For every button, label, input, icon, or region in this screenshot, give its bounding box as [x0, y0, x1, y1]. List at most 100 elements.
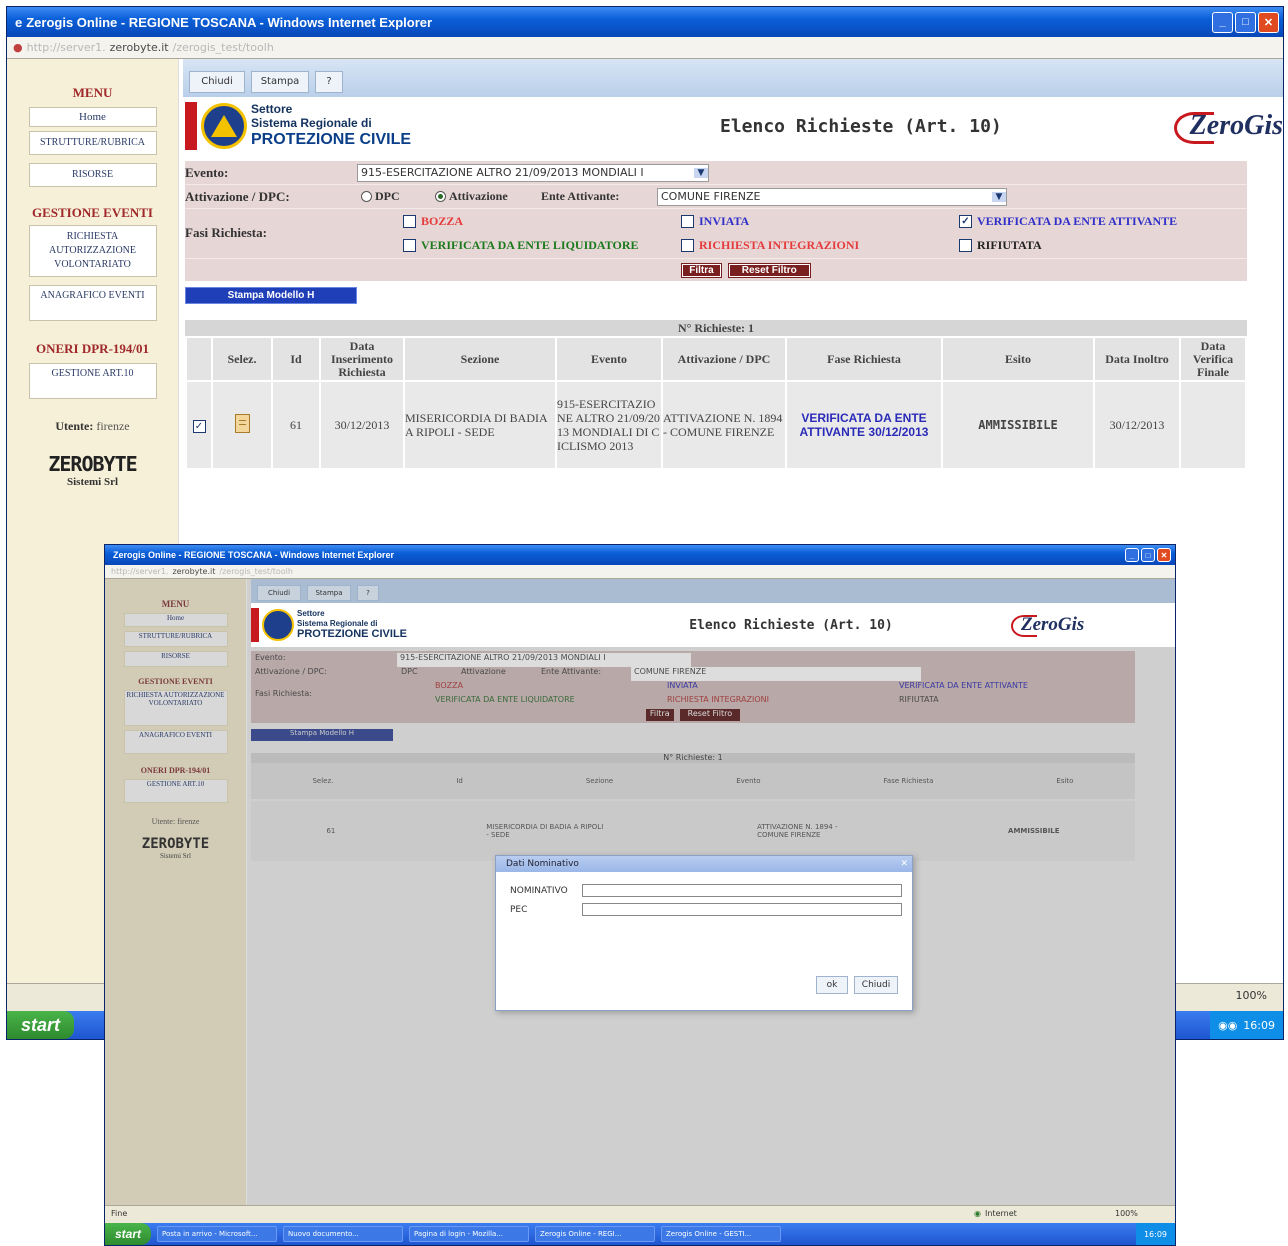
org-line2: Sistema Regionale di: [251, 115, 372, 130]
dialog-close-icon[interactable]: ✕: [900, 859, 908, 869]
section-gestione-eventi: GESTIONE EVENTI: [31, 205, 153, 220]
row-data-inserimento: 30/12/2013: [319, 380, 405, 470]
address-bar[interactable]: ● http://server1. zerobyte.it /zerogis_t…: [7, 37, 1283, 59]
dialog-ok-button[interactable]: ok: [816, 976, 848, 994]
overlay-menu-title: MENU: [161, 599, 190, 609]
fase-verificata-liquidatore-checkbox[interactable]: VERIFICATA DA ENTE LIQUIDATORE: [403, 238, 681, 253]
taskbar-item-2[interactable]: Nuovo documento...: [283, 1226, 404, 1242]
zoom-level[interactable]: 100%: [1236, 989, 1267, 1002]
nominativo-input[interactable]: [582, 884, 902, 897]
pec-label: PEC: [510, 904, 528, 915]
menu-title: MENU: [72, 85, 113, 100]
overlay-filter-panel: Evento: 915-ESERCITAZIONE ALTRO 21/09/20…: [251, 651, 1135, 723]
overlay-address-bar[interactable]: http://server1. zerobyte.it /zerogis_tes…: [105, 565, 1175, 579]
stampa-modello-button[interactable]: Stampa Modello H: [185, 287, 357, 304]
attivazione-radio[interactable]: [435, 191, 446, 202]
pec-field-row: PEC: [510, 903, 912, 916]
window-title: Zerogis Online - REGIONE TOSCANA - Windo…: [26, 14, 433, 30]
overlay-evento-label: Evento:: [255, 653, 286, 662]
window-titlebar[interactable]: e Zerogis Online - REGIONE TOSCANA - Win…: [7, 7, 1283, 37]
overlay-attivazione-row: Attivazione / DPC: DPC Attivazione Ente …: [255, 667, 1131, 681]
overlay-org-line3: PROTEZIONE CIVILE: [297, 627, 408, 640]
row-esito: AMMISSIBILE: [941, 380, 1095, 470]
overlay-evento-row: Evento: 915-ESERCITAZIONE ALTRO 21/09/20…: [255, 653, 1131, 667]
overlay-user-info: Utente: firenze: [105, 817, 246, 826]
attivazione-radio-label: Attivazione: [449, 189, 508, 203]
filter-row-fasi: Fasi Richiesta: BOZZA INVIATA ✓ VERIFICAT…: [185, 209, 1247, 259]
overlay-richieste-count: N° Richieste: 1: [251, 753, 1135, 763]
table-row[interactable]: ✓ 61 30/12/2013 MISERICORDIA DI BADIA A …: [185, 380, 1247, 470]
overlay-taskbar: start Posta in arrivo - Microsoft... Nuo…: [105, 1223, 1175, 1245]
overlay-attivazione-option: Attivazione: [461, 667, 506, 676]
sidebar-item-strutture[interactable]: STRUTTURE/RUBRICA: [28, 131, 157, 155]
zerobyte-logo-sub: Sistemi Srl: [66, 476, 119, 488]
overlay-row-esito: AMMISSIBILE: [1008, 827, 1060, 835]
taskbar-item-3[interactable]: Pagina di login - Mozilla...: [409, 1226, 530, 1242]
address-suffix: /zerogis_test/toolh: [172, 41, 274, 54]
maximize-icon[interactable]: □: [1235, 11, 1256, 33]
overlay-titlebar[interactable]: Zerogis Online - REGIONE TOSCANA - Windo…: [105, 545, 1175, 565]
ie-icon: e: [15, 14, 23, 30]
row-evento: 915-ESERCITAZIONE ALTRO 21/09/2013 MONDI…: [555, 380, 663, 470]
row-sezione: MISERICORDIA DI BADIA A RIPOLI - SEDE: [403, 380, 557, 470]
fase-inviata-checkbox[interactable]: INVIATA: [681, 214, 959, 229]
fase-bozza-label: BOZZA: [421, 213, 464, 228]
dialog-titlebar[interactable]: Dati Nominativo ✕: [496, 856, 912, 872]
col-header-id: Id: [271, 336, 321, 382]
sidebar-item-home[interactable]: Home: [28, 107, 157, 127]
close-button[interactable]: Chiudi: [189, 71, 245, 93]
minimize-icon[interactable]: _: [1125, 548, 1139, 562]
help-button[interactable]: ?: [315, 71, 343, 93]
fase-rifiutata-label: RIFIUTATA: [977, 237, 1042, 252]
reset-filtro-button[interactable]: Reset Filtro: [727, 262, 811, 278]
minimize-icon[interactable]: _: [1212, 11, 1233, 33]
overlay-start-button[interactable]: start: [105, 1223, 152, 1245]
sidebar-item-risorse[interactable]: RISORSE: [28, 163, 157, 187]
zerogis-swoosh-icon: [1173, 112, 1214, 144]
address-icon: ●: [13, 41, 23, 54]
checkbox-icon: [681, 238, 694, 252]
evento-select[interactable]: 915-ESERCITAZIONE ALTRO 21/09/2013 MONDI…: [357, 163, 709, 182]
sidebar-item-gestione-art10[interactable]: GESTIONE ART.10: [28, 363, 157, 399]
user-label: Utente:: [55, 419, 94, 433]
fase-integrazioni-checkbox[interactable]: RICHIESTA INTEGRAZIONI: [681, 238, 959, 253]
overlay-status-zoom[interactable]: 100%: [1115, 1209, 1175, 1218]
close-icon[interactable]: ✕: [1258, 11, 1279, 33]
nominativo-label: NOMINATIVO: [510, 885, 568, 896]
col-header-evento: Evento: [555, 336, 663, 382]
document-edit-icon[interactable]: [234, 413, 250, 433]
overlay-fase-verificata-liquidatore: VERIFICATA DA ENTE LIQUIDATORE: [435, 695, 575, 704]
start-button[interactable]: start: [7, 1011, 75, 1039]
row-checkbox-checked-icon[interactable]: ✓: [192, 419, 206, 433]
taskbar-item-1[interactable]: Posta in arrivo - Microsoft...: [157, 1226, 278, 1242]
overlay-org-line2: Sistema Regionale di: [297, 618, 378, 628]
overlay-stampa-button: Stampa Modello H: [251, 729, 393, 741]
sidebar-item-anagrafico[interactable]: ANAGRAFICO EVENTI: [28, 285, 157, 321]
fase-verificata-attivante-checkbox[interactable]: ✓ VERIFICATA DA ENTE ATTIVANTE: [959, 214, 1239, 229]
evento-label: Evento:: [185, 164, 229, 180]
clock: 16:09: [1243, 1018, 1275, 1032]
taskbar-item-5[interactable]: Zerogis Online - GESTI...: [661, 1226, 782, 1242]
sidebar-item-richiesta[interactable]: RICHIESTA AUTORIZZAZIONE VOLONTARIATO: [28, 225, 157, 277]
filtra-button[interactable]: Filtra: [681, 262, 722, 278]
results-table: Selez. Id Data Inserimento Richiesta Sez…: [185, 336, 1247, 470]
dialog-close-button[interactable]: Chiudi: [854, 976, 898, 994]
overlay-user-label: Utente:: [151, 817, 176, 826]
maximize-icon[interactable]: □: [1141, 548, 1155, 562]
org-name: Settore Sistema Regionale di PROTEZIONE …: [251, 102, 411, 149]
pec-input[interactable]: [582, 903, 902, 916]
overlay-address-suffix: /zerogis_test/toolh: [219, 567, 293, 576]
dpc-radio[interactable]: [361, 191, 372, 202]
overlay-org-line1: Settore: [297, 609, 325, 619]
fase-bozza-checkbox[interactable]: BOZZA: [403, 214, 681, 229]
taskbar-item-4[interactable]: Zerogis Online - REGI...: [535, 1226, 656, 1242]
close-icon[interactable]: ✕: [1157, 548, 1171, 562]
overlay-header: Settore Sistema Regionale di PROTEZIONE …: [251, 603, 1175, 647]
fase-rifiutata-checkbox[interactable]: RIFIUTATA: [959, 238, 1239, 253]
page-title: Elenco Richieste (Art. 10): [719, 115, 1002, 137]
overlay-zerogis-swoosh-icon: [1011, 615, 1037, 637]
overlay-table-row: 61 MISERICORDIA DI BADIA A RIPOLI - SEDE…: [251, 801, 1135, 861]
row-id: 61: [271, 380, 321, 470]
ente-select[interactable]: COMUNE FIRENZE ▼: [657, 187, 1007, 206]
print-button[interactable]: Stampa: [251, 71, 309, 93]
